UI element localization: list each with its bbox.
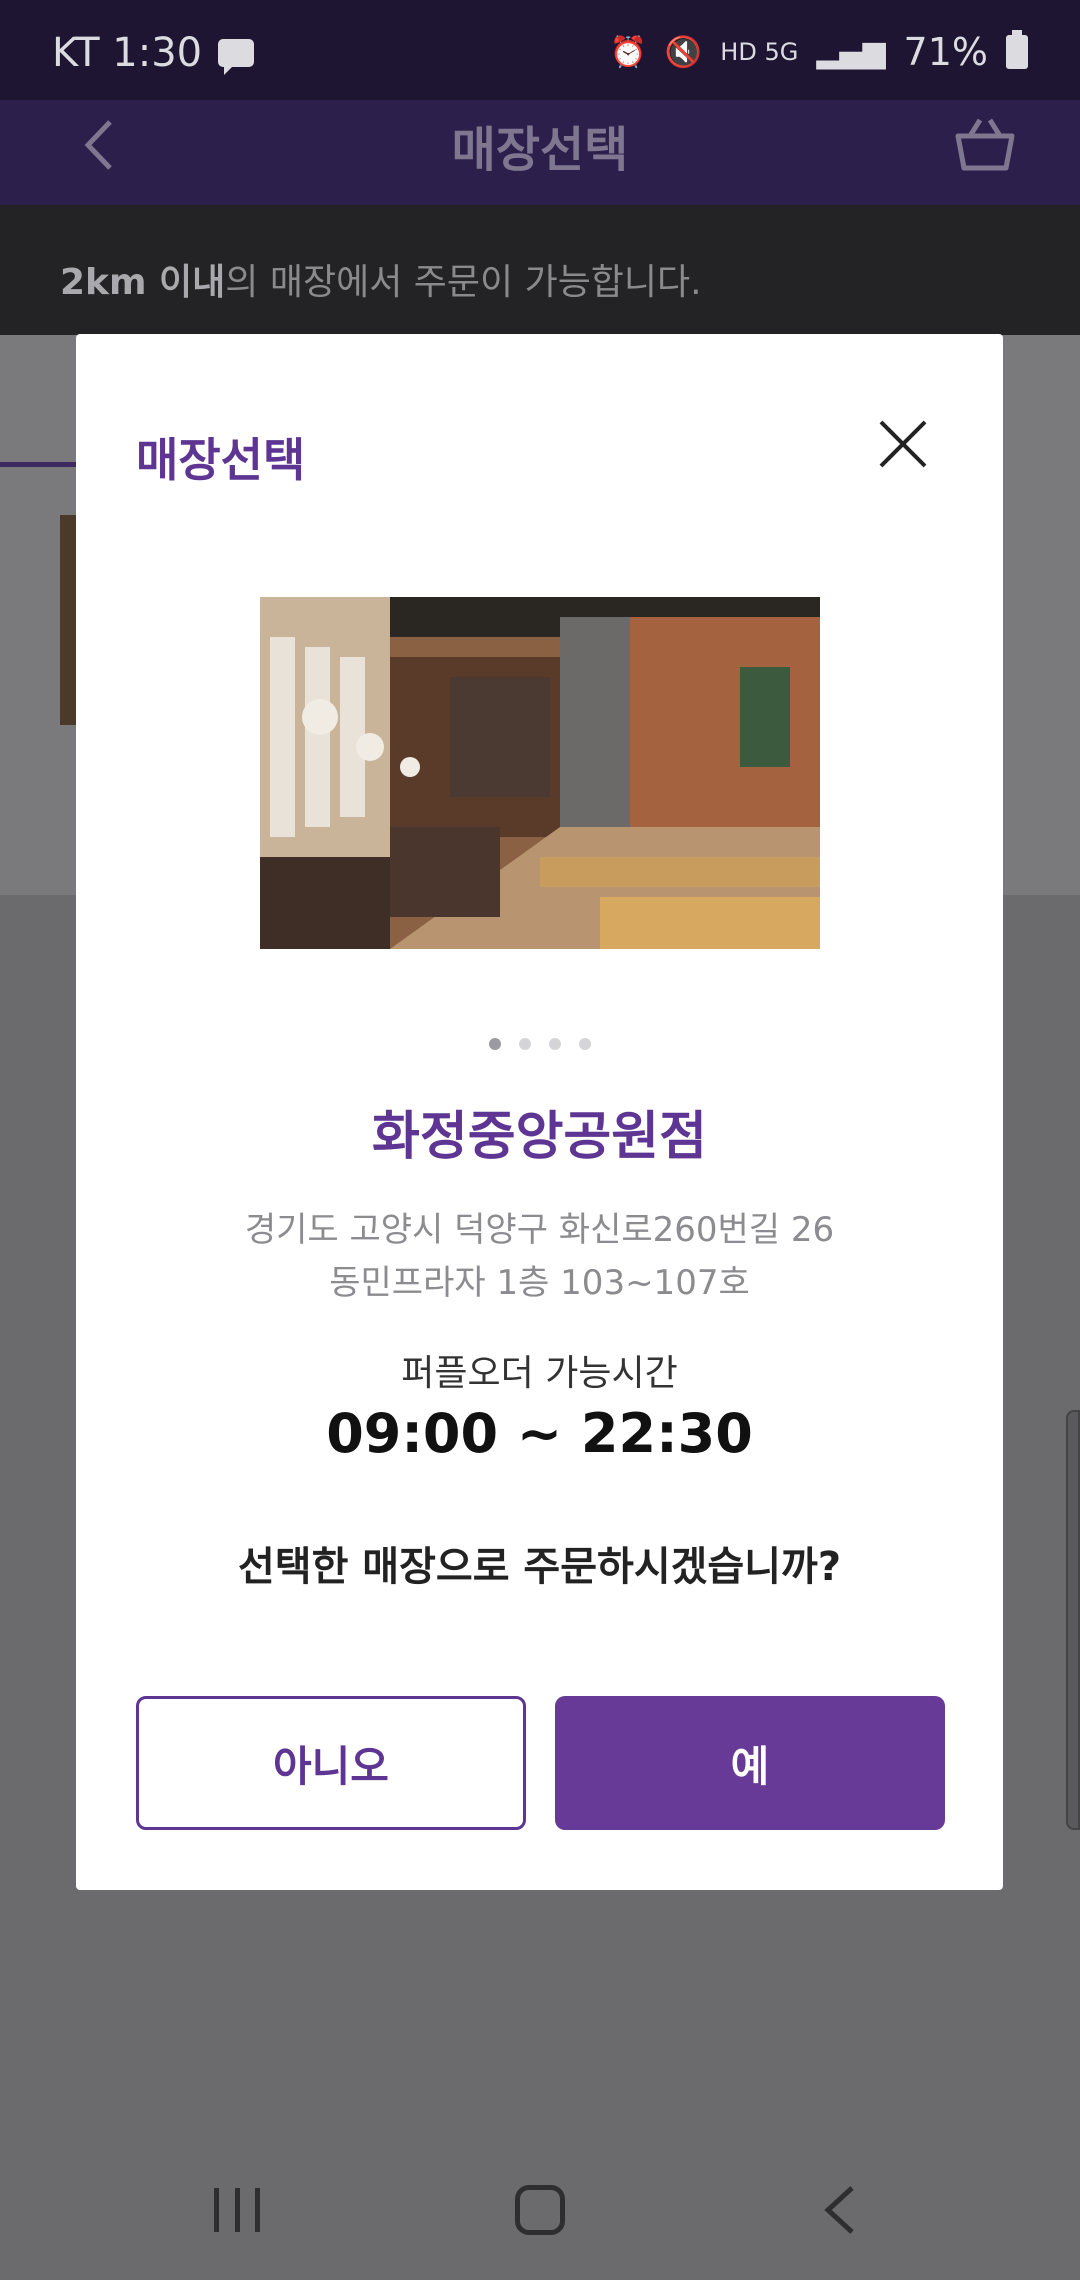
home-button[interactable]	[515, 2185, 565, 2235]
recent-apps-icon	[214, 2188, 219, 2232]
notice-bold: 2km 이내	[60, 262, 226, 303]
order-hours-value: 09:00 ~ 22:30	[326, 1402, 753, 1465]
background-tab-indicator	[0, 462, 80, 467]
order-hours-label: 퍼플오더 가능시간	[401, 1353, 678, 1394]
carrier-time: KT 1:30	[52, 30, 203, 76]
carousel-indicator	[76, 1038, 1003, 1050]
battery-percent: 71%	[903, 30, 988, 74]
carousel-dot[interactable]	[488, 1038, 501, 1050]
dialog-title: 매장선택	[136, 433, 306, 487]
close-icon	[879, 420, 927, 468]
alarm-icon: ⏰	[609, 34, 647, 70]
back-arrow-icon	[824, 2186, 854, 2234]
carousel-dot[interactable]	[518, 1038, 531, 1050]
close-button[interactable]	[873, 414, 933, 474]
delivery-notice: 2km 이내의 매장에서 주문이 가능합니다.	[0, 205, 1080, 335]
network-indicators: HD 5G	[720, 38, 799, 66]
cart-icon	[955, 118, 1015, 171]
store-select-dialog: 매장선택 화정중앙공원점 경기도 고양시 덕양구 화신로260번길 26 동민프…	[76, 334, 1003, 1890]
recent-apps-icon-bar	[255, 2188, 260, 2232]
system-back-button[interactable]	[820, 2182, 860, 2238]
confirm-question: 선택한 매장으로 주문하시겠습니까?	[237, 1544, 842, 1590]
battery-icon	[1006, 30, 1028, 69]
app-bar: 매장선택	[0, 100, 1080, 205]
status-left: KT 1:30	[52, 30, 255, 76]
notice-text: 의 매장에서 주문이 가능합니다.	[225, 262, 702, 303]
signal-icon: ▂▄▆	[816, 34, 886, 70]
yes-button[interactable]: 예	[555, 1696, 945, 1830]
system-navigation-bar	[0, 2120, 1080, 2280]
recent-apps-button[interactable]	[214, 2188, 260, 2232]
cart-button[interactable]	[950, 108, 1020, 178]
store-interior-image	[260, 597, 820, 949]
store-address: 경기도 고양시 덕양구 화신로260번길 26 동민프라자 1층 103~107…	[76, 1204, 1003, 1310]
address-line-2: 동민프라자 1층 103~107호	[329, 1263, 750, 1303]
page-title: 매장선택	[451, 122, 629, 178]
no-button[interactable]: 아니오	[136, 1696, 526, 1830]
carousel-dot[interactable]	[548, 1038, 561, 1050]
address-line-1: 경기도 고양시 덕양구 화신로260번길 26	[244, 1210, 835, 1250]
mute-icon: 🔇	[664, 34, 703, 70]
recent-apps-icon-bar	[234, 2188, 240, 2232]
status-right: ⏰ 🔇 HD 5G ▂▄▆ 71%	[610, 30, 1028, 74]
carousel-dot[interactable]	[578, 1038, 591, 1050]
store-photo[interactable]	[260, 597, 820, 949]
message-icon	[218, 39, 255, 75]
status-bar: KT 1:30 ⏰ 🔇 HD 5G ▂▄▆ 71%	[0, 0, 1080, 100]
store-name: 화정중앙공원점	[372, 1107, 707, 1167]
background-side-handle	[1066, 1410, 1080, 1830]
